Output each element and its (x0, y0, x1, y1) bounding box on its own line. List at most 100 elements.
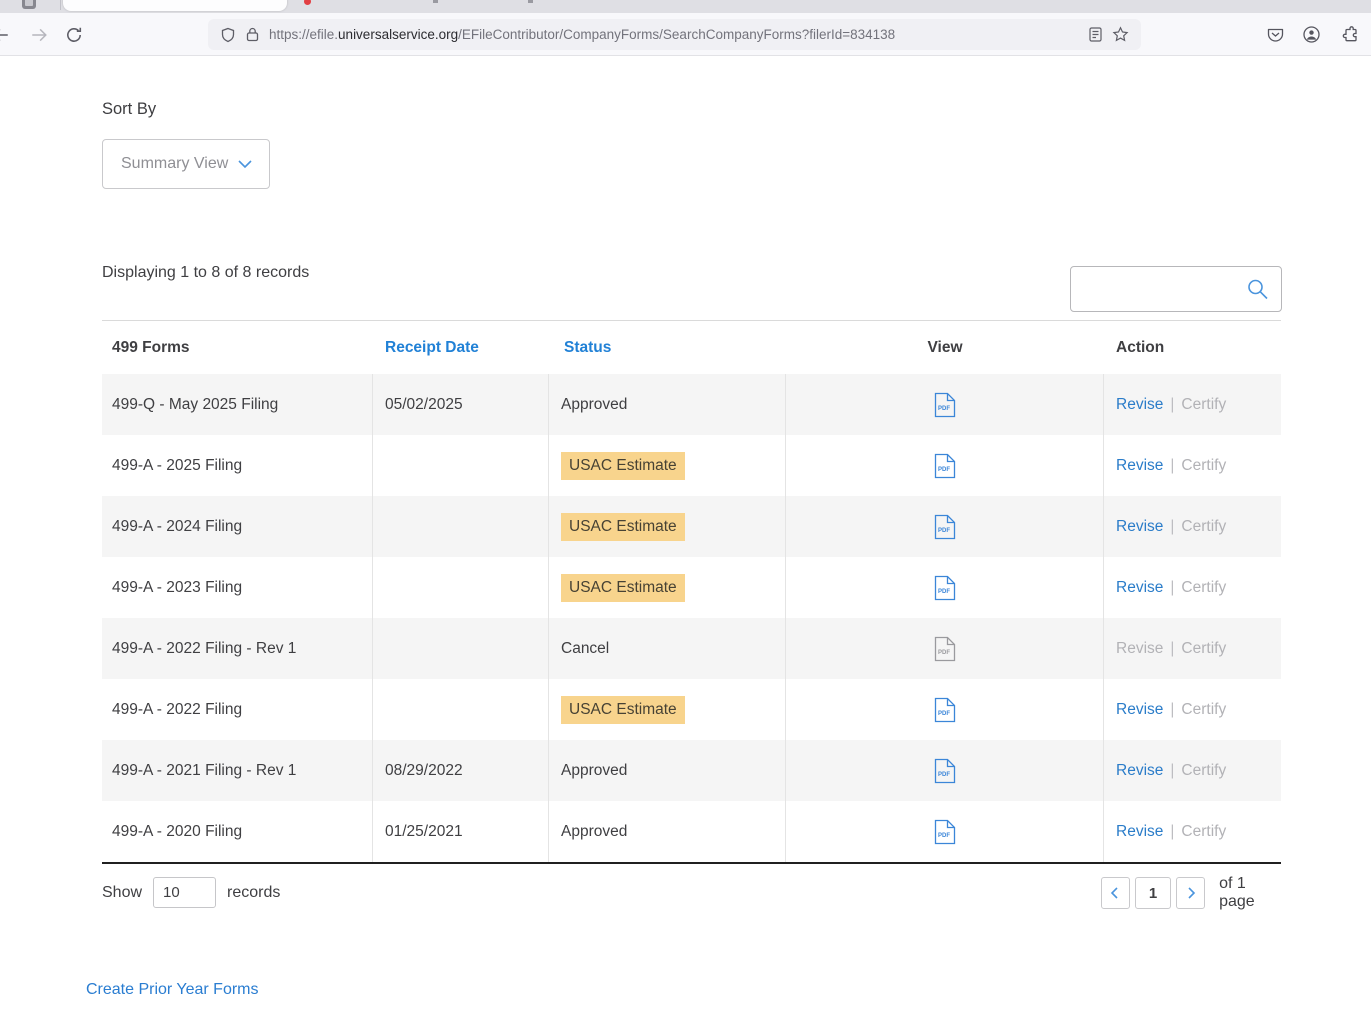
pdf-icon[interactable]: PDF (934, 758, 956, 784)
search-icon[interactable] (1244, 276, 1271, 303)
revise-link[interactable]: Revise (1116, 762, 1163, 780)
status-value: Approved (561, 762, 627, 780)
sort-dropdown[interactable]: Summary View (102, 139, 270, 189)
form-name: 499-Q - May 2025 Filing (112, 396, 278, 414)
revise-link[interactable]: Revise (1116, 640, 1163, 658)
create-prior-year-forms-link[interactable]: Create Prior Year Forms (86, 981, 259, 999)
sort-by-label: Sort By (102, 100, 156, 119)
status-value: Approved (561, 396, 627, 414)
sort-dropdown-value: Summary View (121, 155, 235, 173)
url-text: https://efile.universalservice.org/EFile… (269, 27, 895, 42)
action-separator: | (1170, 823, 1174, 841)
show-label: Show (102, 884, 142, 902)
svg-text:PDF: PDF (938, 772, 950, 778)
forward-icon[interactable] (30, 26, 48, 44)
status-value: Approved (561, 823, 627, 841)
pdf-icon[interactable]: PDF (934, 819, 956, 845)
pdf-icon[interactable]: PDF (934, 636, 956, 662)
chevron-down-icon (235, 154, 255, 174)
svg-text:PDF: PDF (938, 467, 950, 473)
form-name: 499-A - 2021 Filing - Rev 1 (112, 762, 296, 780)
table-row: 499-A - 2025 Filing USAC Estimate PDF Re… (102, 435, 1281, 496)
form-name: 499-A - 2023 Filing (112, 579, 242, 597)
prev-page-button[interactable] (1101, 877, 1130, 909)
table-row: 499-A - 2020 Filing 01/25/2021 Approved … (102, 801, 1281, 862)
form-name: 499-A - 2022 Filing - Rev 1 (112, 640, 296, 658)
table-header-row: 499 Forms Receipt Date Status View Actio… (102, 321, 1281, 374)
header-499-forms: 499 Forms (102, 339, 373, 357)
form-name: 499-A - 2025 Filing (112, 457, 242, 475)
chevron-right-icon (1184, 886, 1198, 900)
table-search-box[interactable] (1070, 266, 1282, 312)
lock-icon[interactable] (246, 27, 259, 42)
action-separator: | (1170, 518, 1174, 536)
bookmark-star-icon[interactable] (1112, 26, 1129, 43)
certify-link[interactable]: Certify (1181, 762, 1226, 780)
browser-tab[interactable] (63, 0, 287, 11)
shield-icon[interactable] (220, 27, 236, 43)
action-separator: | (1170, 701, 1174, 719)
action-separator: | (1170, 762, 1174, 780)
table-footer: Show records 1 of 1 page (102, 873, 1281, 913)
pdf-icon[interactable]: PDF (934, 697, 956, 723)
revise-link[interactable]: Revise (1116, 396, 1163, 414)
firefox-view-icon[interactable] (22, 0, 36, 9)
receipt-date: 08/29/2022 (385, 762, 463, 780)
status-value: USAC Estimate (561, 513, 685, 541)
action-separator: | (1170, 640, 1174, 658)
certify-link[interactable]: Certify (1181, 701, 1226, 719)
certify-link[interactable]: Certify (1181, 396, 1226, 414)
svg-text:PDF: PDF (938, 528, 950, 534)
pdf-icon[interactable]: PDF (934, 392, 956, 418)
action-separator: | (1170, 579, 1174, 597)
revise-link[interactable]: Revise (1116, 823, 1163, 841)
svg-text:PDF: PDF (938, 711, 950, 717)
pocket-icon[interactable] (1266, 25, 1285, 44)
table-row: 499-A - 2022 Filing USAC Estimate PDF Re… (102, 679, 1281, 740)
certify-link[interactable]: Certify (1181, 640, 1226, 658)
revise-link[interactable]: Revise (1116, 518, 1163, 536)
tab-text-fragment (528, 0, 533, 3)
page-size-input[interactable] (153, 877, 216, 908)
pagination: 1 of 1 page (1101, 875, 1281, 911)
next-page-button[interactable] (1176, 877, 1205, 909)
action-separator: | (1170, 457, 1174, 475)
status-value: USAC Estimate (561, 574, 685, 602)
extensions-puzzle-icon[interactable] (1340, 25, 1359, 44)
form-name: 499-A - 2024 Filing (112, 518, 242, 536)
pdf-icon[interactable]: PDF (934, 453, 956, 479)
svg-text:PDF: PDF (938, 406, 950, 412)
page-content: Sort By Summary View Displaying 1 to 8 o… (0, 57, 1371, 1034)
status-value: USAC Estimate (561, 452, 685, 480)
reload-icon[interactable] (65, 26, 83, 44)
table-row: 499-A - 2023 Filing USAC Estimate PDF Re… (102, 557, 1281, 618)
status-value: USAC Estimate (561, 696, 685, 724)
svg-text:PDF: PDF (938, 833, 950, 839)
revise-link[interactable]: Revise (1116, 579, 1163, 597)
revise-link[interactable]: Revise (1116, 457, 1163, 475)
certify-link[interactable]: Certify (1181, 457, 1226, 475)
status-value: Cancel (561, 640, 609, 658)
browser-toolbar: https://efile.universalservice.org/EFile… (0, 13, 1371, 56)
svg-text:PDF: PDF (938, 589, 950, 595)
pdf-icon[interactable]: PDF (934, 575, 956, 601)
certify-link[interactable]: Certify (1181, 518, 1226, 536)
certify-link[interactable]: Certify (1181, 579, 1226, 597)
revise-link[interactable]: Revise (1116, 701, 1163, 719)
forms-table: 499 Forms Receipt Date Status View Actio… (102, 320, 1281, 864)
current-page-indicator[interactable]: 1 (1135, 877, 1171, 909)
pdf-icon[interactable]: PDF (934, 514, 956, 540)
table-body: 499-Q - May 2025 Filing 05/02/2025 Appro… (102, 374, 1281, 864)
back-icon[interactable] (0, 26, 10, 44)
table-row: 499-A - 2022 Filing - Rev 1 Cancel PDF R… (102, 618, 1281, 679)
header-receipt-date[interactable]: Receipt Date (373, 339, 549, 357)
table-row: 499-Q - May 2025 Filing 05/02/2025 Appro… (102, 374, 1281, 435)
search-input[interactable] (1081, 281, 1244, 298)
url-bar[interactable]: https://efile.universalservice.org/EFile… (208, 19, 1141, 50)
reader-view-icon[interactable] (1089, 27, 1102, 42)
header-status[interactable]: Status (549, 339, 786, 357)
account-icon[interactable] (1302, 25, 1321, 44)
tab-separator (60, 0, 61, 10)
table-row: 499-A - 2021 Filing - Rev 1 08/29/2022 A… (102, 740, 1281, 801)
certify-link[interactable]: Certify (1181, 823, 1226, 841)
